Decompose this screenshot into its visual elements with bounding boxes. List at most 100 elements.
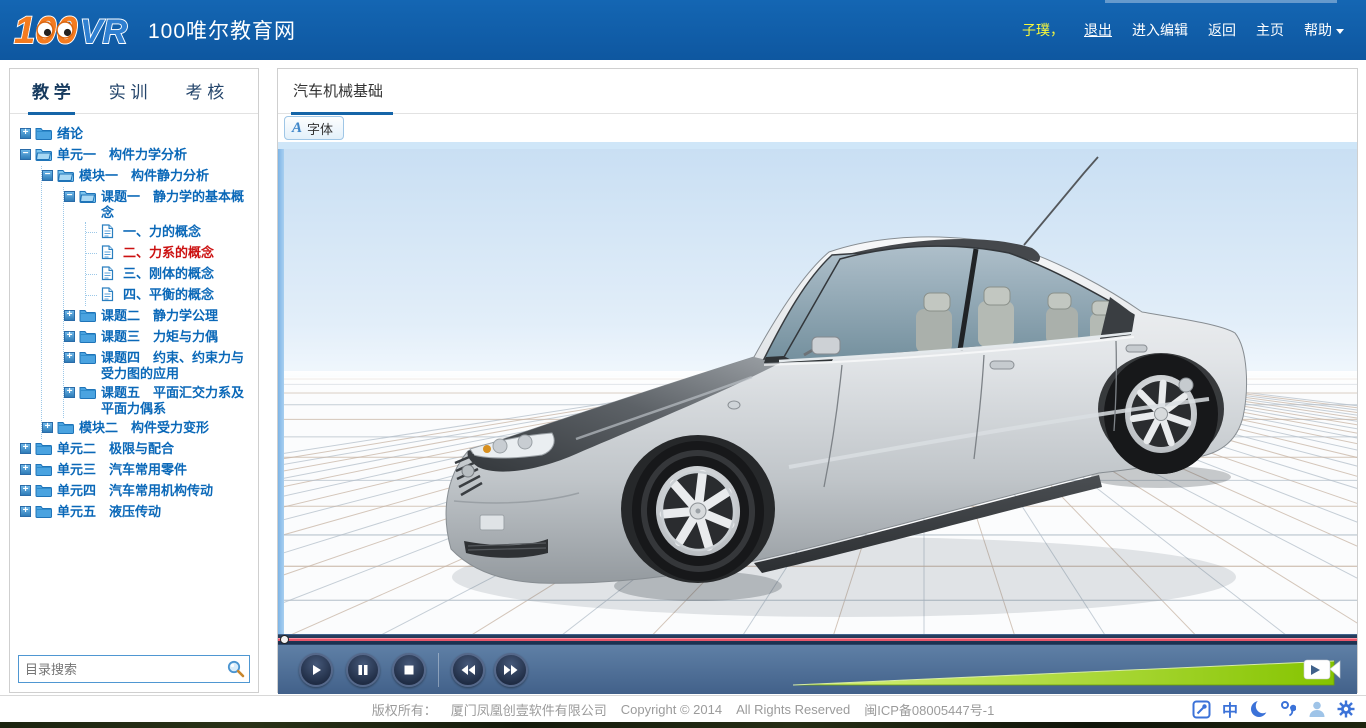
sidebar-tab-2[interactable]: 考 核: [181, 78, 228, 113]
tree-item-label[interactable]: 一、力的概念: [123, 223, 254, 240]
viewer-toolbar: A 字体: [278, 114, 1357, 142]
main-panel: 汽车机械基础 A 字体: [277, 68, 1358, 693]
play-button[interactable]: [299, 653, 333, 687]
camera-icon[interactable]: [1303, 652, 1343, 691]
expand-icon[interactable]: +: [20, 443, 31, 454]
rewind-button[interactable]: [451, 653, 485, 687]
tab-course[interactable]: 汽车机械基础: [291, 80, 393, 113]
chevron-down-icon: [1336, 29, 1344, 34]
nav-link-1[interactable]: 进入编辑: [1132, 20, 1188, 40]
nav-link-4[interactable]: 帮助: [1304, 20, 1344, 40]
expand-icon[interactable]: +: [42, 422, 53, 433]
folder-open-icon: [79, 189, 96, 206]
tree-item-label[interactable]: 课题四 约束、约束力与受力图的应用: [101, 349, 254, 382]
tree-item-label[interactable]: 课题五 平面汇交力系及平面力偶系: [101, 384, 254, 417]
tree-item[interactable]: + 单元五 液压传动: [20, 502, 254, 523]
play-icon: [308, 662, 324, 678]
tree-item[interactable]: 二、力系的概念: [86, 243, 254, 264]
document-icon: [101, 287, 118, 305]
tree-item[interactable]: + 模块二 构件受力变形: [42, 418, 254, 439]
person-icon[interactable]: [1307, 699, 1327, 719]
stop-icon: [401, 662, 417, 678]
nav-link-label: 帮助: [1304, 20, 1332, 40]
fast-forward-icon: [502, 662, 520, 678]
fast-forward-button[interactable]: [494, 653, 528, 687]
folder-icon: [35, 126, 52, 143]
search-icon[interactable]: [223, 656, 249, 682]
sidebar-tab-1[interactable]: 实 训: [105, 78, 152, 113]
tree-item-label[interactable]: 单元五 液压传动: [57, 503, 254, 520]
tree-connector: [86, 274, 97, 275]
page: 100 100 VR VR 100唯尔教育网 子璞， 退出进入编辑返回主页帮助 …: [0, 0, 1366, 728]
tree-item-label[interactable]: 模块一 构件静力分析: [79, 167, 254, 184]
tree-item[interactable]: + 单元二 极限与配合: [20, 439, 254, 460]
stop-button[interactable]: [392, 653, 426, 687]
folder-open-icon: [57, 168, 74, 185]
tree-item-label[interactable]: 四、平衡的概念: [123, 286, 254, 303]
sidebar-tab-0[interactable]: 教 学: [28, 78, 75, 113]
tree-item[interactable]: + 绪论: [20, 124, 254, 145]
playback-progress-bar[interactable]: [278, 634, 1357, 644]
folder-icon: [35, 441, 52, 458]
expand-icon[interactable]: +: [64, 387, 75, 398]
font-button[interactable]: A 字体: [284, 116, 344, 140]
folder-open-icon: [35, 147, 52, 164]
tree-item[interactable]: 一、力的概念: [86, 222, 254, 243]
footer: 版权所有： 厦门凤凰创壹软件有限公司 Copyright © 2014 All …: [0, 695, 1366, 722]
tree-item-label[interactable]: 单元三 汽车常用零件: [57, 461, 254, 478]
door-handle-rear: [1126, 345, 1147, 352]
expand-icon[interactable]: +: [20, 128, 31, 139]
search-input[interactable]: [19, 662, 223, 677]
nav-link-0[interactable]: 退出: [1084, 20, 1112, 40]
volume-wedge[interactable]: [791, 645, 1336, 695]
3d-viewer-canvas[interactable]: [284, 149, 1357, 634]
progress-knob[interactable]: [280, 635, 289, 644]
tree-item-label[interactable]: 单元二 极限与配合: [57, 440, 254, 457]
tree-item-label[interactable]: 绪论: [57, 125, 254, 142]
tree-item-label[interactable]: 单元一 构件力学分析: [57, 146, 254, 163]
expand-icon[interactable]: +: [20, 506, 31, 517]
tree-item[interactable]: + 课题二 静力学公理: [64, 306, 254, 327]
quote-icon[interactable]: [1278, 699, 1298, 719]
catalog-search: [18, 655, 250, 683]
document-icon: [101, 245, 118, 263]
tree-branch: 一、力的概念二、力系的概念三、刚体的概念四、平衡的概念: [85, 222, 254, 306]
nav-link-3[interactable]: 主页: [1256, 20, 1284, 40]
tree-item-label[interactable]: 二、力系的概念: [123, 244, 254, 261]
chinese-translate-icon[interactable]: 中: [1220, 699, 1240, 719]
tree-item-label[interactable]: 课题一 静力学的基本概念: [101, 188, 254, 221]
nav-link-2[interactable]: 返回: [1208, 20, 1236, 40]
tree-item-label[interactable]: 课题二 静力学公理: [101, 307, 254, 324]
expand-icon[interactable]: +: [20, 485, 31, 496]
tree-item[interactable]: − 单元一 构件力学分析: [20, 145, 254, 166]
tree-item[interactable]: + 单元三 汽车常用零件: [20, 460, 254, 481]
moon-icon[interactable]: [1249, 699, 1269, 719]
folder-icon: [79, 385, 96, 402]
username: 子璞，: [1022, 20, 1064, 40]
tree-item-label[interactable]: 单元四 汽车常用机构传动: [57, 482, 254, 499]
tree-item[interactable]: + 课题三 力矩与力偶: [64, 327, 254, 348]
expand-icon[interactable]: +: [20, 464, 31, 475]
expand-icon[interactable]: +: [64, 352, 75, 363]
expand-icon[interactable]: +: [64, 310, 75, 321]
expand-icon[interactable]: +: [64, 331, 75, 342]
tree-item[interactable]: − 课题一 静力学的基本概念: [64, 187, 254, 222]
tree-item[interactable]: + 课题四 约束、约束力与受力图的应用: [64, 348, 254, 383]
course-tree: +绪论−单元一 构件力学分析−模块一 构件静力分析−课题一 静力学的基本概念一、…: [10, 114, 258, 614]
collapse-icon[interactable]: −: [42, 170, 53, 181]
tree-item[interactable]: − 模块一 构件静力分析: [42, 166, 254, 187]
tree-item-label[interactable]: 课题三 力矩与力偶: [101, 328, 254, 345]
tree-item[interactable]: + 单元四 汽车常用机构传动: [20, 481, 254, 502]
sidebar-tabs: 教 学实 训考 核: [10, 69, 258, 114]
tree-item[interactable]: 三、刚体的概念: [86, 264, 254, 285]
header-nav: 子璞， 退出进入编辑返回主页帮助: [1022, 20, 1344, 40]
collapse-icon[interactable]: −: [20, 149, 31, 160]
gear-icon[interactable]: [1336, 699, 1356, 719]
tree-item[interactable]: + 课题五 平面汇交力系及平面力偶系: [64, 383, 254, 418]
tree-item-label[interactable]: 三、刚体的概念: [123, 265, 254, 282]
pause-button[interactable]: [346, 653, 380, 687]
dial-icon[interactable]: [1191, 699, 1211, 719]
tree-item[interactable]: 四、平衡的概念: [86, 285, 254, 306]
collapse-icon[interactable]: −: [64, 191, 75, 202]
tree-item-label[interactable]: 模块二 构件受力变形: [79, 419, 254, 436]
